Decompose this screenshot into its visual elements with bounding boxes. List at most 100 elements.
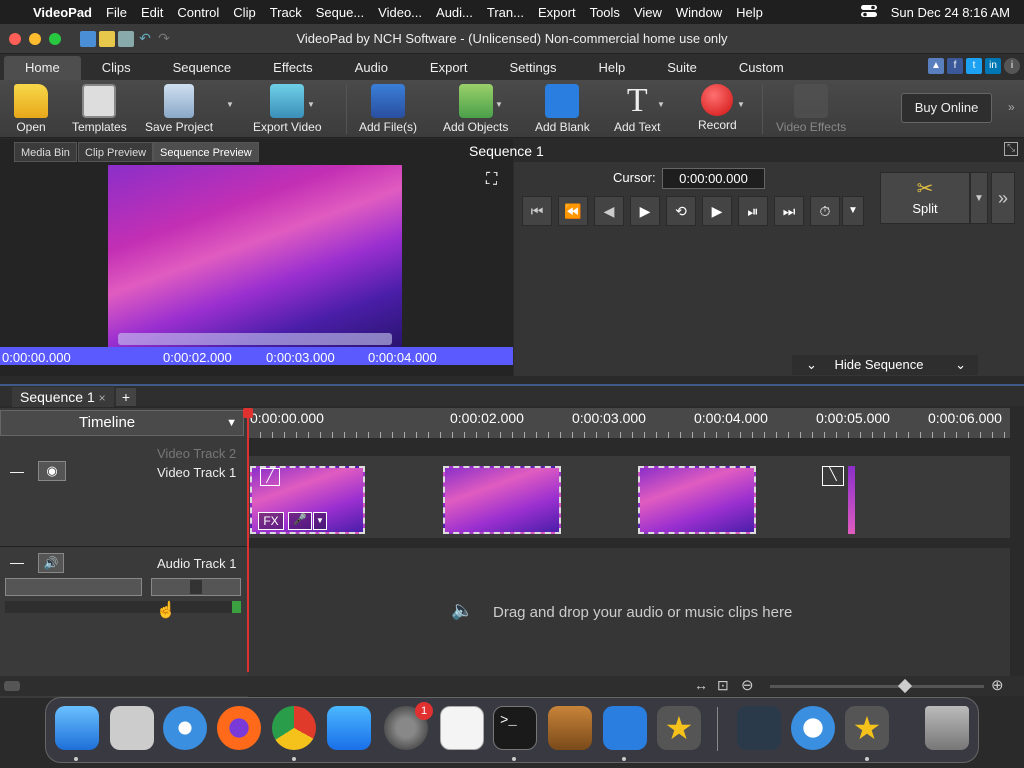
clip-options-chevron-icon[interactable]: ▼	[313, 512, 327, 530]
tab-settings[interactable]: Settings	[489, 56, 578, 80]
horizontal-scrollbar[interactable]	[4, 681, 20, 691]
menubar-clock[interactable]: Sun Dec 24 8:16 AM	[891, 5, 1010, 20]
microphone-icon[interactable]: 🎤	[288, 512, 312, 530]
firefox-icon[interactable]	[217, 706, 261, 750]
menu-track[interactable]: Track	[263, 5, 309, 20]
menu-export[interactable]: Export	[531, 5, 583, 20]
fullscreen-icon[interactable]: ⛶	[486, 171, 497, 189]
add-text-button[interactable]: T Add Text	[614, 84, 660, 135]
fit-width-icon[interactable]: ↔	[694, 677, 708, 693]
app-store-icon[interactable]	[327, 706, 371, 750]
save-dropdown-chevron-icon[interactable]: ▼	[226, 100, 234, 109]
finder-icon[interactable]	[55, 706, 99, 750]
fade-out-icon[interactable]: ╲	[822, 466, 844, 486]
export-video-button[interactable]: Export Video	[253, 84, 322, 134]
minimize-window-button[interactable]	[29, 33, 41, 45]
zoom-slider[interactable]	[770, 678, 984, 694]
step-forward-button[interactable]: ▶	[702, 196, 732, 226]
zoom-fit-icon[interactable]: ⊡	[717, 677, 729, 694]
tab-help[interactable]: Help	[577, 56, 646, 80]
sequence-1-tab[interactable]: Sequence 1 ×	[12, 387, 114, 407]
volume-slider[interactable]	[5, 578, 142, 596]
menu-window[interactable]: Window	[669, 5, 729, 20]
add-text-dropdown-chevron-icon[interactable]: ▼	[657, 100, 665, 109]
play-button[interactable]: ▶	[630, 196, 660, 226]
undock-icon[interactable]: ⤡	[1004, 142, 1018, 156]
templates-button[interactable]: Templates	[72, 84, 127, 134]
tab-export[interactable]: Export	[409, 56, 489, 80]
facebook-icon[interactable]: f	[947, 58, 963, 74]
add-sequence-button[interactable]: +	[116, 388, 136, 406]
menu-video[interactable]: Video...	[371, 5, 429, 20]
like-icon[interactable]: ▲	[928, 58, 944, 74]
video-clip-4[interactable]: ╲	[822, 466, 855, 534]
speed-dropdown-chevron-icon[interactable]: ▼	[842, 196, 864, 226]
tab-custom[interactable]: Custom	[718, 56, 805, 80]
playhead-handle[interactable]	[243, 408, 253, 418]
more-controls-chevron-icon[interactable]: »	[991, 172, 1015, 224]
app-menu[interactable]: VideoPad	[26, 5, 99, 20]
zoom-slider-thumb[interactable]	[897, 678, 913, 694]
filmora-icon[interactable]	[737, 706, 781, 750]
tab-sequence-preview[interactable]: Sequence Preview	[153, 142, 259, 162]
info-icon[interactable]: i	[1004, 58, 1020, 74]
menu-sequence[interactable]: Seque...	[309, 5, 371, 20]
add-blank-button[interactable]: Add Blank	[535, 84, 590, 134]
hide-sequence-button[interactable]: ⌄ Hide Sequence ⌄	[792, 355, 978, 375]
zoom-in-icon[interactable]: ⊕	[991, 676, 1004, 694]
vscode-icon[interactable]	[603, 706, 647, 750]
go-to-end-button[interactable]: ⏭	[774, 196, 804, 226]
undo-icon[interactable]: ↶	[137, 31, 153, 47]
buy-online-button[interactable]: Buy Online	[901, 93, 992, 123]
safari-icon[interactable]	[163, 706, 207, 750]
redo-icon[interactable]: ↷	[156, 31, 172, 47]
close-tab-icon[interactable]: ×	[99, 391, 106, 405]
previous-frame-button[interactable]: ⏪	[558, 196, 588, 226]
linkedin-icon[interactable]: in	[985, 58, 1001, 74]
menu-transitions[interactable]: Tran...	[480, 5, 531, 20]
textedit-icon[interactable]	[440, 706, 484, 750]
tab-sequence[interactable]: Sequence	[152, 56, 253, 80]
tab-clip-preview[interactable]: Clip Preview	[78, 142, 154, 162]
speed-icon[interactable]: ⏱	[810, 196, 840, 226]
tab-audio[interactable]: Audio	[334, 56, 409, 80]
menu-control[interactable]: Control	[170, 5, 226, 20]
tab-effects[interactable]: Effects	[252, 56, 334, 80]
quick-save-icon[interactable]	[118, 31, 134, 47]
split-button[interactable]: ✂ Split	[880, 172, 970, 224]
add-objects-button[interactable]: Add Objects	[443, 84, 508, 134]
toolbar-overflow-chevron-icon[interactable]: »	[1008, 100, 1015, 114]
record-dropdown-chevron-icon[interactable]: ▼	[737, 100, 745, 109]
imovie-star-icon[interactable]: ★	[657, 706, 701, 750]
fade-in-icon[interactable]: ╱	[260, 468, 280, 486]
video-clip-2[interactable]	[443, 466, 561, 534]
trash-icon[interactable]	[925, 706, 969, 750]
tab-suite[interactable]: Suite	[646, 56, 718, 80]
go-to-start-button[interactable]: ⏮	[522, 196, 552, 226]
timeline-ruler[interactable]: 0:00:00.000 0:00:02.000 0:00:03.000 0:00…	[248, 408, 1010, 438]
eye-visibility-icon[interactable]: ◉	[38, 461, 66, 481]
control-center-icon[interactable]	[860, 4, 877, 20]
playhead[interactable]	[247, 408, 249, 672]
pan-slider[interactable]	[151, 578, 241, 596]
export-dropdown-chevron-icon[interactable]: ▼	[307, 100, 315, 109]
menu-file[interactable]: File	[99, 5, 134, 20]
zoom-window-button[interactable]	[49, 33, 61, 45]
tab-media-bin[interactable]: Media Bin	[14, 142, 77, 162]
video-clip-1[interactable]: ╱ FX 🎤 ▼	[250, 466, 365, 534]
loop-button[interactable]: ⟲	[666, 196, 696, 226]
twitter-icon[interactable]: t	[966, 58, 982, 74]
tab-home[interactable]: Home	[4, 56, 81, 80]
step-back-button[interactable]: ◀	[594, 196, 624, 226]
menu-clip[interactable]: Clip	[226, 5, 262, 20]
next-frame-button[interactable]: ⏯	[738, 196, 768, 226]
pan-slider-thumb[interactable]	[190, 580, 202, 594]
video-effects-button[interactable]: Video Effects	[776, 84, 846, 134]
menu-tools[interactable]: Tools	[583, 5, 627, 20]
chrome-icon[interactable]	[272, 706, 316, 750]
cursor-time-field[interactable]: 0:00:00.000	[662, 168, 765, 189]
add-objects-dropdown-chevron-icon[interactable]: ▼	[495, 100, 503, 109]
terminal-icon[interactable]: >_	[493, 706, 537, 750]
quick-open-icon[interactable]	[99, 31, 115, 47]
quick-new-icon[interactable]	[80, 31, 96, 47]
